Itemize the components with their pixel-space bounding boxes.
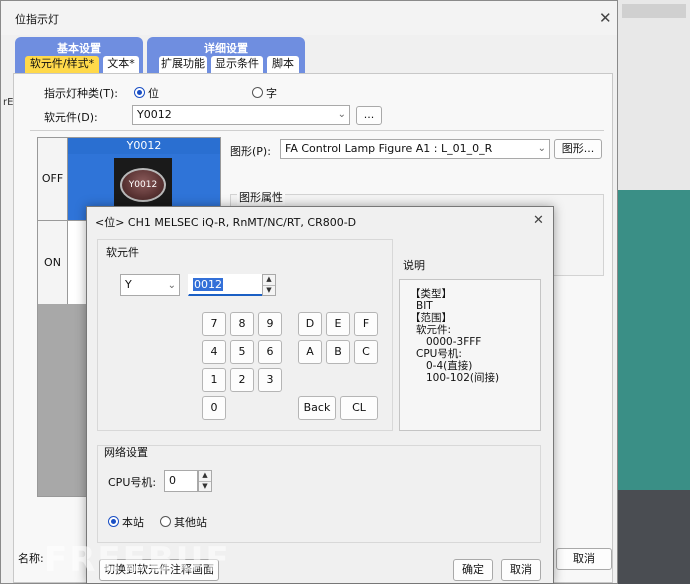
figure-label: 图形(P): xyxy=(230,145,271,158)
indicator-type-word-radio[interactable]: 字 xyxy=(252,85,277,101)
window-title: 位指示灯 xyxy=(15,13,59,26)
figure-button[interactable]: 图形... xyxy=(554,139,602,159)
desc-type-value: BIT xyxy=(416,300,433,312)
indicator-type-word-label: 字 xyxy=(266,87,277,100)
key-F[interactable]: F xyxy=(354,312,378,336)
dialog-close-icon[interactable]: ✕ xyxy=(533,214,544,227)
window-titlebar: 位指示灯 ✕ xyxy=(1,1,617,35)
spin-down-icon[interactable]: ▼ xyxy=(263,285,275,295)
divider xyxy=(30,130,604,131)
cancel-button[interactable]: 取消 xyxy=(501,559,541,581)
desc-range-heading: 【范围】 xyxy=(410,312,452,324)
chevron-down-icon: ⌄ xyxy=(337,109,346,120)
indicator-type-label: 指示灯种类(T): xyxy=(44,87,119,100)
tab-group-basic: 基本设置 软元件/样式* 文本* xyxy=(15,37,143,75)
state-on-label[interactable]: ON xyxy=(38,220,68,304)
device-number-value: 0012 xyxy=(193,278,223,291)
description-label: 说明 xyxy=(403,259,425,272)
radio-unselected-icon xyxy=(252,87,263,98)
radio-selected-icon xyxy=(134,87,145,98)
ok-button[interactable]: 确定 xyxy=(453,559,493,581)
lamp-icon: Y0012 xyxy=(120,168,166,202)
device-section-label: 软元件 xyxy=(106,246,139,259)
clear-key[interactable]: CL xyxy=(340,396,378,420)
spin-up-icon[interactable]: ▲ xyxy=(199,471,211,481)
device-section: 软元件 Y ⌄ 0012 ▲ ▼ 7 8 9 D E F 4 5 6 A B C… xyxy=(97,239,393,431)
key-4[interactable]: 4 xyxy=(202,340,226,364)
left-edge-label: rE xyxy=(3,97,13,108)
back-key[interactable]: Back xyxy=(298,396,336,420)
station-local-label: 本站 xyxy=(122,516,144,529)
tab-text[interactable]: 文本* xyxy=(103,56,139,73)
desc-cpu-label: CPU号机: xyxy=(416,348,462,360)
key-C[interactable]: C xyxy=(354,340,378,364)
dialog-title: <位> CH1 MELSEC iQ-R, RnMT/NC/RT, CR800-D xyxy=(95,216,357,229)
device-input-dialog: <位> CH1 MELSEC iQ-R, RnMT/NC/RT, CR800-D… xyxy=(86,206,554,584)
tab-display-condition[interactable]: 显示条件 xyxy=(211,56,263,73)
cpu-number-spinner[interactable]: ▲ ▼ xyxy=(198,470,212,492)
state-off-header: Y0012 xyxy=(68,138,220,154)
tab-group-detail: 详细设置 扩展功能 显示条件 脚本 xyxy=(147,37,305,75)
indicator-type-bit-radio[interactable]: 位 xyxy=(134,85,159,101)
state-off-label[interactable]: OFF xyxy=(38,138,68,220)
key-2[interactable]: 2 xyxy=(230,368,254,392)
key-1[interactable]: 1 xyxy=(202,368,226,392)
chevron-down-icon: ⌄ xyxy=(167,280,176,291)
lamp-text: Y0012 xyxy=(128,180,158,190)
station-other-radio[interactable]: 其他站 xyxy=(160,514,207,530)
radio-selected-icon xyxy=(108,516,119,527)
cpu-number-value: 0 xyxy=(169,474,176,487)
tab-extended-function[interactable]: 扩展功能 xyxy=(159,56,207,73)
spin-up-icon[interactable]: ▲ xyxy=(263,275,275,285)
key-5[interactable]: 5 xyxy=(230,340,254,364)
station-other-label: 其他站 xyxy=(174,516,207,529)
tab-group-detail-title: 详细设置 xyxy=(204,42,248,55)
device-type-select[interactable]: Y ⌄ xyxy=(120,274,180,296)
background-app-top-area xyxy=(618,0,690,190)
key-9[interactable]: 9 xyxy=(258,312,282,336)
network-section-label: 网络设置 xyxy=(104,446,148,459)
tab-group-basic-title: 基本设置 xyxy=(57,42,101,55)
key-8[interactable]: 8 xyxy=(230,312,254,336)
device-combo[interactable]: Y0012 ⌄ xyxy=(132,105,350,125)
desc-cpu-direct: 0-4(直接) xyxy=(426,360,473,372)
device-number-spinner[interactable]: ▲ ▼ xyxy=(262,274,276,296)
device-combo-value: Y0012 xyxy=(137,108,172,121)
key-E[interactable]: E xyxy=(326,312,350,336)
key-7[interactable]: 7 xyxy=(202,312,226,336)
name-label: 名称: xyxy=(18,552,44,565)
network-section: 网络设置 CPU号机: 0 ▲ ▼ 本站 其他站 xyxy=(97,445,541,543)
desc-device-range: 0000-3FFF xyxy=(426,336,482,348)
tab-device-style[interactable]: 软元件/样式* xyxy=(25,56,99,73)
figure-properties-label: 图形属性 xyxy=(237,189,285,205)
chevron-down-icon: ⌄ xyxy=(537,143,546,154)
station-local-radio[interactable]: 本站 xyxy=(108,514,144,530)
cpu-number-input[interactable]: 0 xyxy=(164,470,198,492)
figure-combo[interactable]: FA Control Lamp Figure A1 : L_01_0_R ⌄ xyxy=(280,139,550,159)
watermark-logo: FREEBUF xyxy=(44,540,231,580)
desc-device-label: 软元件: xyxy=(416,324,452,336)
spin-down-icon[interactable]: ▼ xyxy=(199,481,211,491)
figure-combo-value: FA Control Lamp Figure A1 : L_01_0_R xyxy=(285,142,493,155)
desc-type-heading: 【类型】 xyxy=(410,288,452,300)
device-type-value: Y xyxy=(125,278,132,291)
key-3[interactable]: 3 xyxy=(258,368,282,392)
window-close-icon[interactable]: ✕ xyxy=(599,11,612,26)
desc-cpu-indirect: 100-102(间接) xyxy=(426,372,500,384)
device-label: 软元件(D): xyxy=(44,111,98,124)
device-browse-button[interactable]: ... xyxy=(356,106,382,125)
key-0[interactable]: 0 xyxy=(202,396,226,420)
cpu-number-label: CPU号机: xyxy=(108,476,157,489)
key-B[interactable]: B xyxy=(326,340,350,364)
back-cancel-button[interactable]: 取消 xyxy=(556,548,612,570)
key-A[interactable]: A xyxy=(298,340,322,364)
key-D[interactable]: D xyxy=(298,312,322,336)
device-number-input[interactable]: 0012 xyxy=(188,274,264,296)
radio-unselected-icon xyxy=(160,516,171,527)
description-panel: 【类型】 BIT 【范围】 软元件: 0000-3FFF CPU号机: 0-4(… xyxy=(399,279,541,431)
indicator-type-bit-label: 位 xyxy=(148,87,159,100)
key-6[interactable]: 6 xyxy=(258,340,282,364)
tab-script[interactable]: 脚本 xyxy=(267,56,299,73)
